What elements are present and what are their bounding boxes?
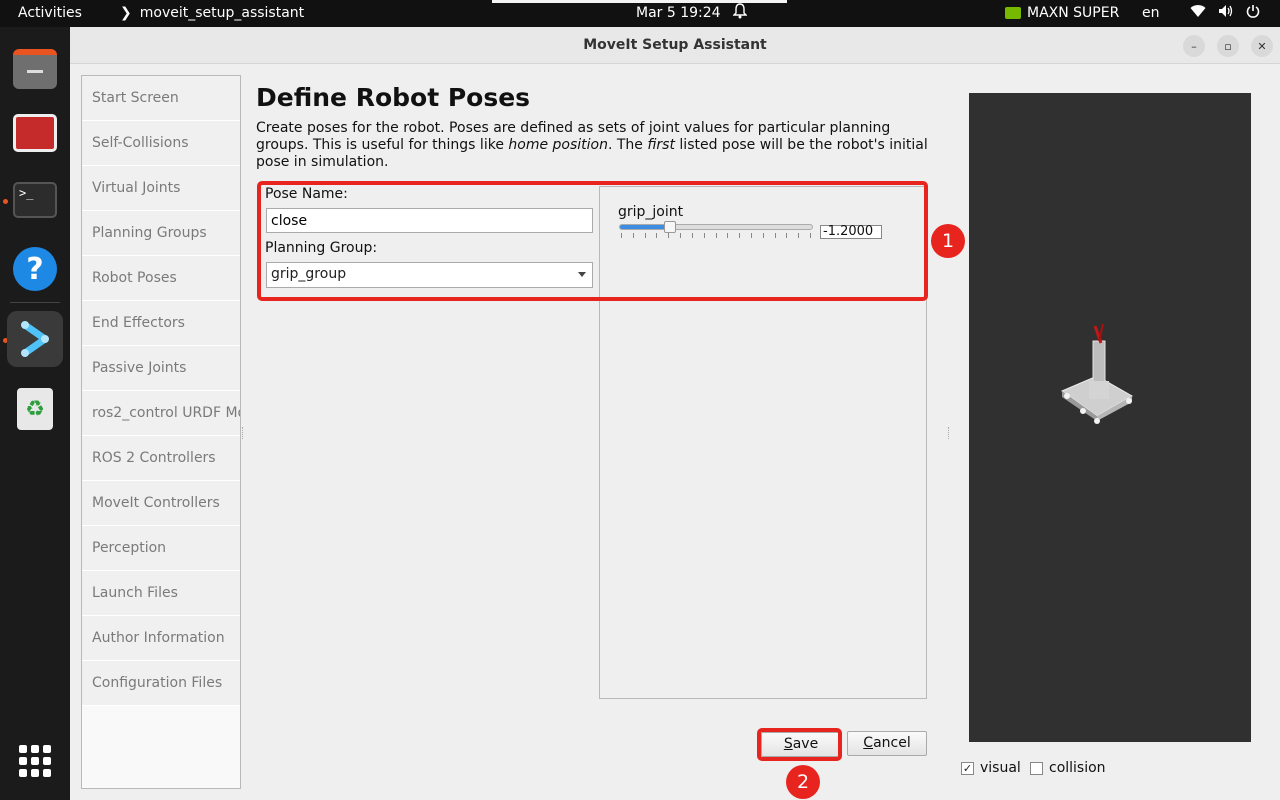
preview-splitter[interactable] <box>948 427 950 439</box>
moveit-icon <box>21 321 49 357</box>
files-icon <box>13 49 57 89</box>
sidebar-item-moveit-controllers[interactable]: MoveIt Controllers <box>82 481 240 526</box>
navigation-sidebar: Start Screen Self-Collisions Virtual Joi… <box>81 75 241 789</box>
wifi-icon <box>1190 5 1206 18</box>
sidebar-item-start-screen[interactable]: Start Screen <box>82 76 240 121</box>
collision-label: collision <box>1049 760 1106 776</box>
robot-model <box>1060 323 1134 424</box>
nvidia-power-mode[interactable]: MAXN SUPER <box>1005 5 1119 21</box>
dock-terminal[interactable]: >_ <box>7 172 63 228</box>
sidebar-item-virtual-joints[interactable]: Virtual Joints <box>82 166 240 211</box>
step-badge-1: 1 <box>931 224 965 258</box>
visual-checkbox[interactable]: ✓ <box>961 761 974 775</box>
activities-button[interactable]: Activities <box>18 5 82 21</box>
sidebar-item-passive-joints[interactable]: Passive Joints <box>82 346 240 391</box>
bell-icon[interactable] <box>732 3 748 23</box>
power-icon <box>1246 5 1260 18</box>
terminal-icon: >_ <box>13 182 57 218</box>
dock-moveit[interactable] <box>7 311 63 367</box>
show-apps-icon[interactable] <box>19 745 51 777</box>
sidebar-item-self-collisions[interactable]: Self-Collisions <box>82 121 240 166</box>
top-bar: Activities ❯ moveit_setup_assistant Mar … <box>0 0 1280 27</box>
app-chevron-icon: ❯ <box>120 5 132 21</box>
sidebar-item-robot-poses[interactable]: Robot Poses <box>82 256 240 301</box>
sidebar-item-ros2-control[interactable]: ros2_control URDF Mod <box>82 391 240 436</box>
volume-icon <box>1219 5 1233 17</box>
nvidia-icon <box>1005 7 1021 19</box>
power-mode-label: MAXN SUPER <box>1027 5 1120 21</box>
title-bar[interactable]: MoveIt Setup Assistant – ▫ ✕ <box>70 27 1280 64</box>
collision-checkbox[interactable] <box>1030 761 1043 775</box>
page-title: Define Robot Poses <box>256 83 531 112</box>
maximize-icon[interactable]: ▫ <box>1217 35 1239 57</box>
dock: >_ ? ♻ <box>0 27 70 800</box>
dock-separator <box>10 302 60 303</box>
highlight-box-1 <box>257 181 928 301</box>
robot-preview[interactable] <box>969 93 1251 742</box>
language-indicator[interactable]: en <box>1142 5 1160 21</box>
sidebar-item-author-information[interactable]: Author Information <box>82 616 240 661</box>
dock-help[interactable]: ? <box>7 241 63 297</box>
moveit-window: MoveIt Setup Assistant – ▫ ✕ Start Scree… <box>70 27 1280 800</box>
dock-files[interactable] <box>7 41 63 97</box>
dock-trash[interactable]: ♻ <box>7 381 63 437</box>
close-icon[interactable]: ✕ <box>1251 35 1273 57</box>
sidebar-item-launch-files[interactable]: Launch Files <box>82 571 240 616</box>
trash-icon: ♻ <box>17 388 53 430</box>
dock-system-monitor[interactable] <box>7 105 63 161</box>
app-menu[interactable]: ❯ moveit_setup_assistant <box>120 5 304 21</box>
minimize-icon[interactable]: – <box>1183 35 1205 57</box>
page-description: Create poses for the robot. Poses are de… <box>256 120 928 170</box>
clock[interactable]: Mar 5 19:24 <box>636 5 721 21</box>
visual-label: visual <box>980 760 1021 776</box>
sidebar-item-perception[interactable]: Perception <box>82 526 240 571</box>
collision-checkbox-row[interactable]: collision <box>1030 760 1106 776</box>
sidebar-splitter[interactable] <box>242 427 244 439</box>
sidebar-item-configuration-files[interactable]: Configuration Files <box>82 661 240 706</box>
window-title: MoveIt Setup Assistant <box>583 37 767 53</box>
sidebar-item-end-effectors[interactable]: End Effectors <box>82 301 240 346</box>
system-tray[interactable] <box>1190 4 1260 18</box>
sidebar-item-ros2-controllers[interactable]: ROS 2 Controllers <box>82 436 240 481</box>
help-icon: ? <box>13 247 57 291</box>
visual-checkbox-row[interactable]: ✓ visual <box>961 760 1021 776</box>
highlight-box-2 <box>757 728 842 761</box>
app-name: moveit_setup_assistant <box>139 5 305 21</box>
system-monitor-icon <box>13 114 57 152</box>
sidebar-item-planning-groups[interactable]: Planning Groups <box>82 211 240 256</box>
cancel-button[interactable]: Cancel <box>847 731 927 756</box>
step-badge-2: 2 <box>786 765 820 799</box>
